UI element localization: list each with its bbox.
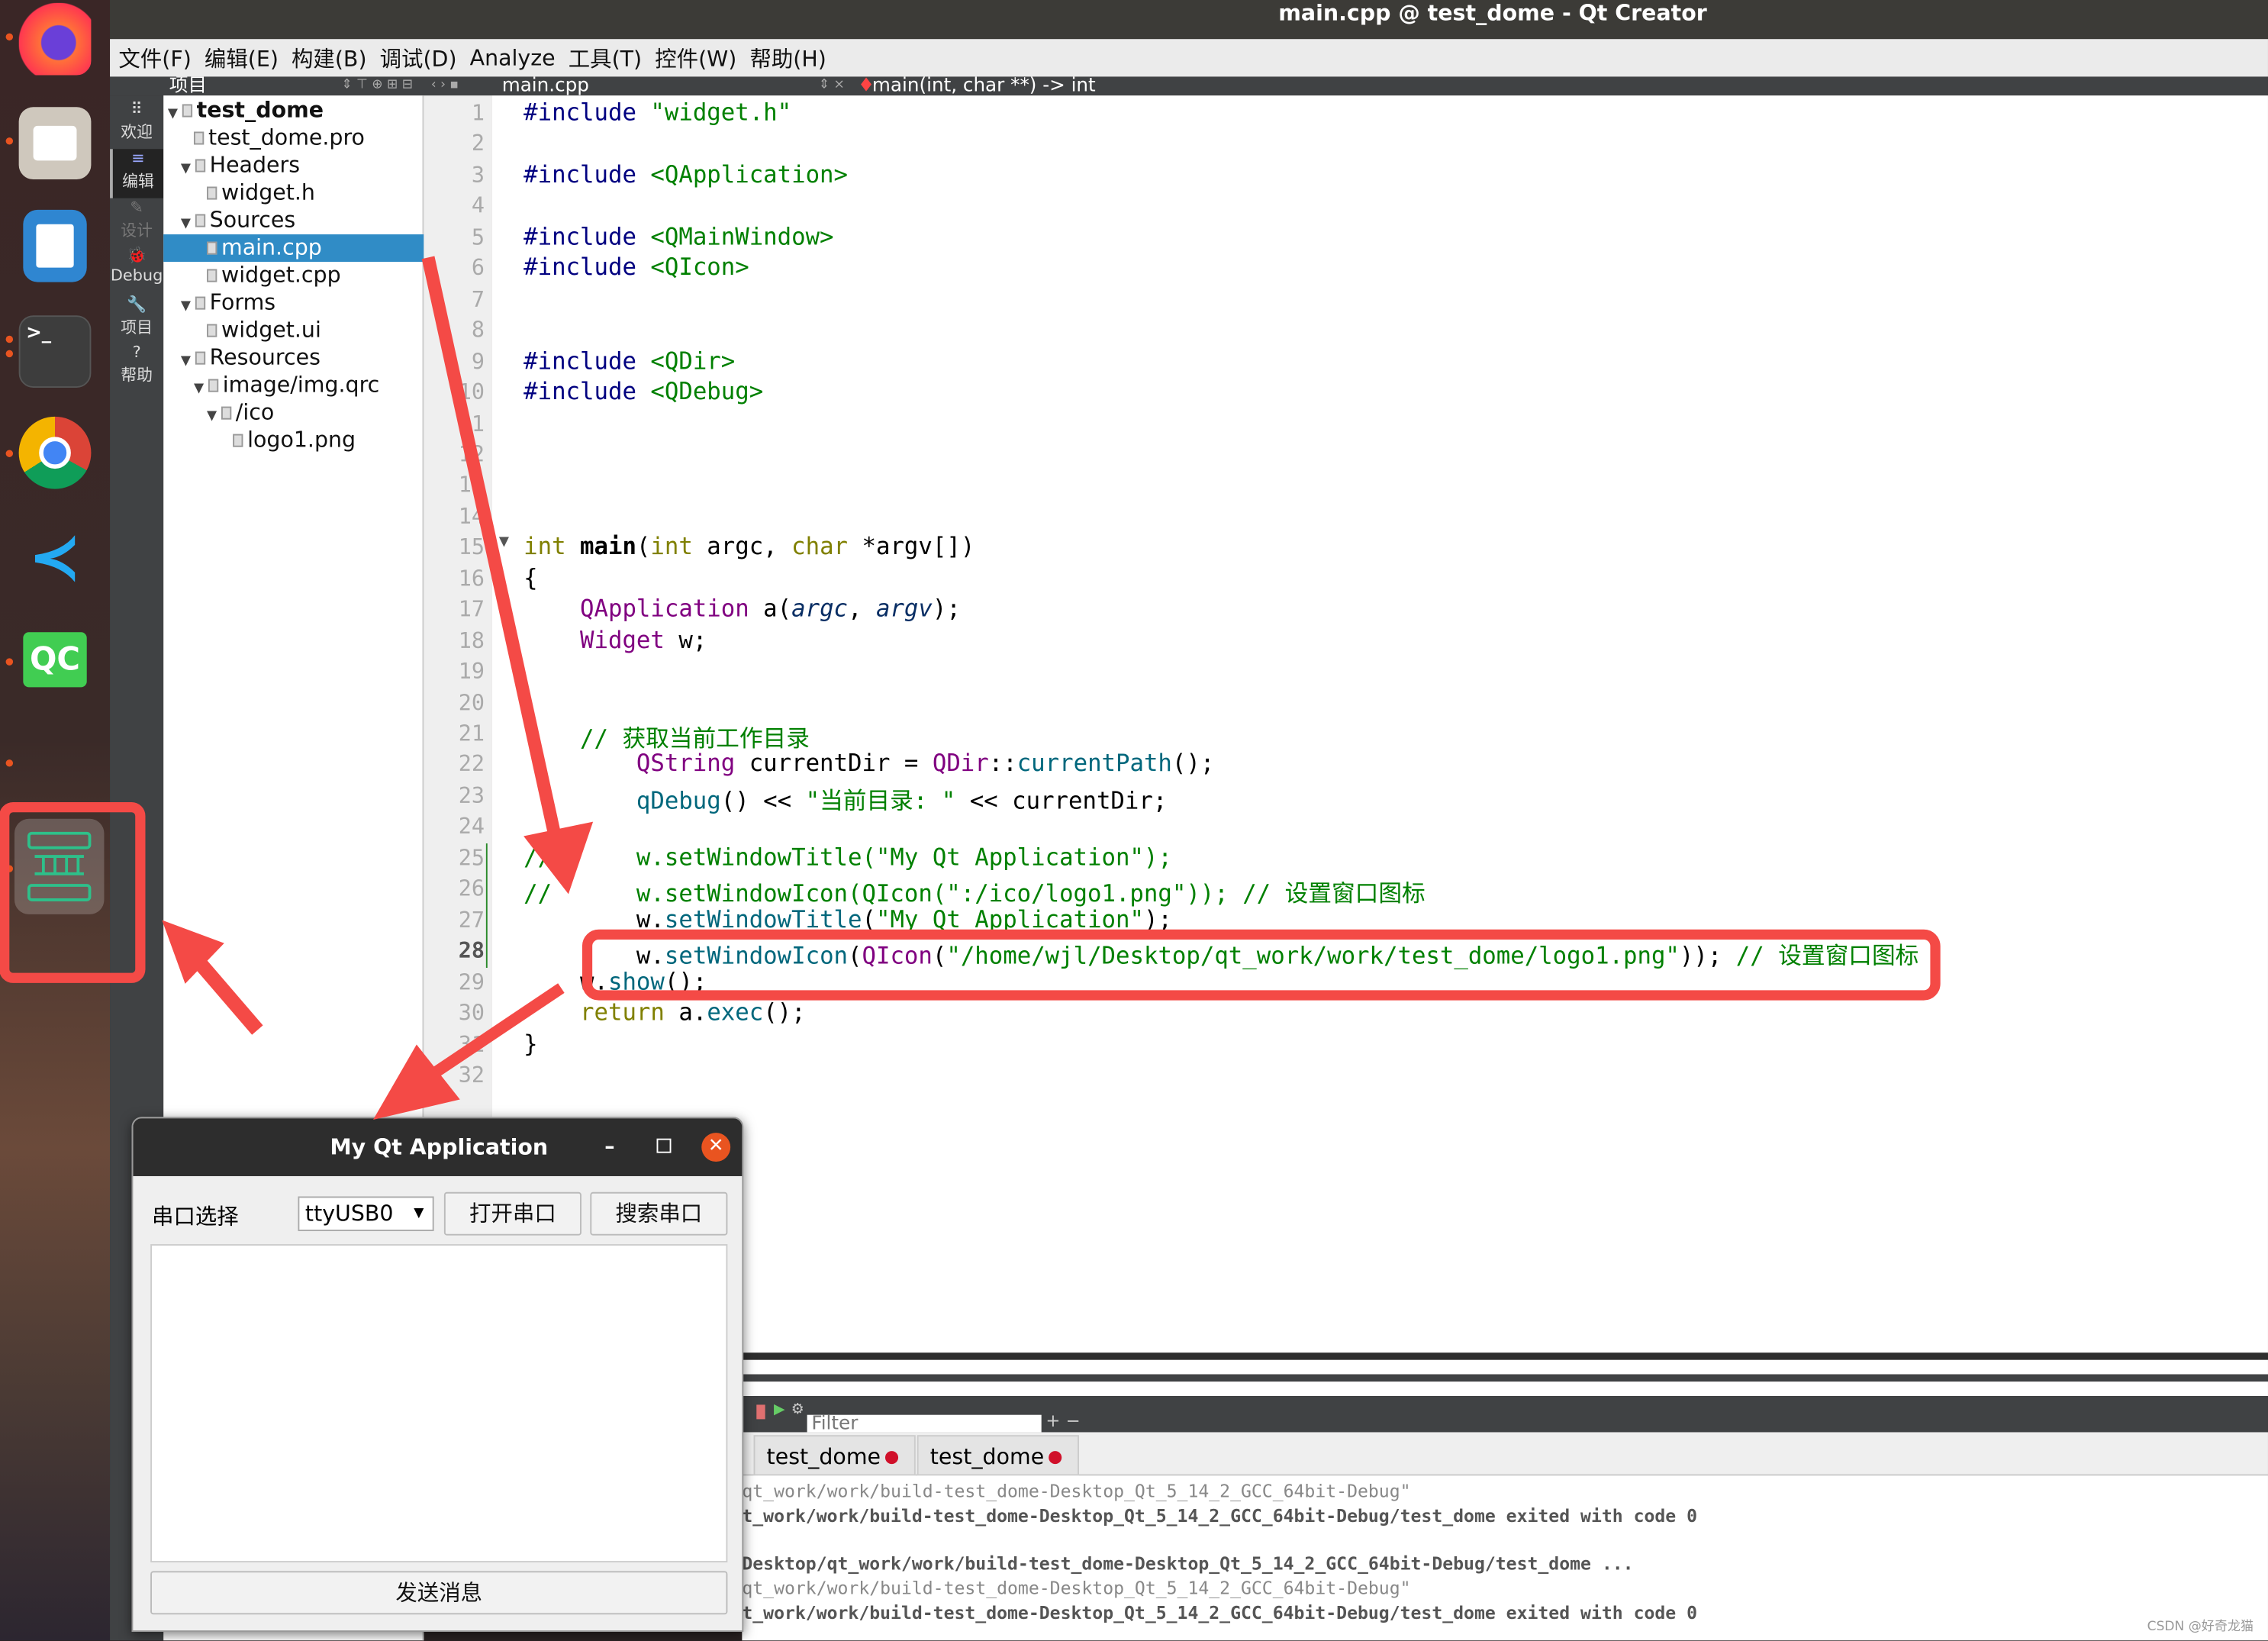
watermark: CSDN @好奇龙猫	[2147, 1620, 2254, 1635]
highlight-app-icon-box	[0, 802, 146, 983]
annotation-arrow-shaft	[421, 256, 561, 833]
annotation-arrow-shaft	[430, 983, 565, 1078]
annotation-overlay	[0, 256, 1941, 1120]
highlight-code-line-box	[581, 929, 1941, 1001]
annotation-arrow-shaft	[189, 953, 263, 1035]
annotation-arrow-head	[524, 821, 594, 895]
annotation-arrow-head	[373, 1044, 460, 1120]
desktop: >_ ≺ QC main.cpp @ test_dome - Qt Creato…	[0, 0, 2268, 1641]
